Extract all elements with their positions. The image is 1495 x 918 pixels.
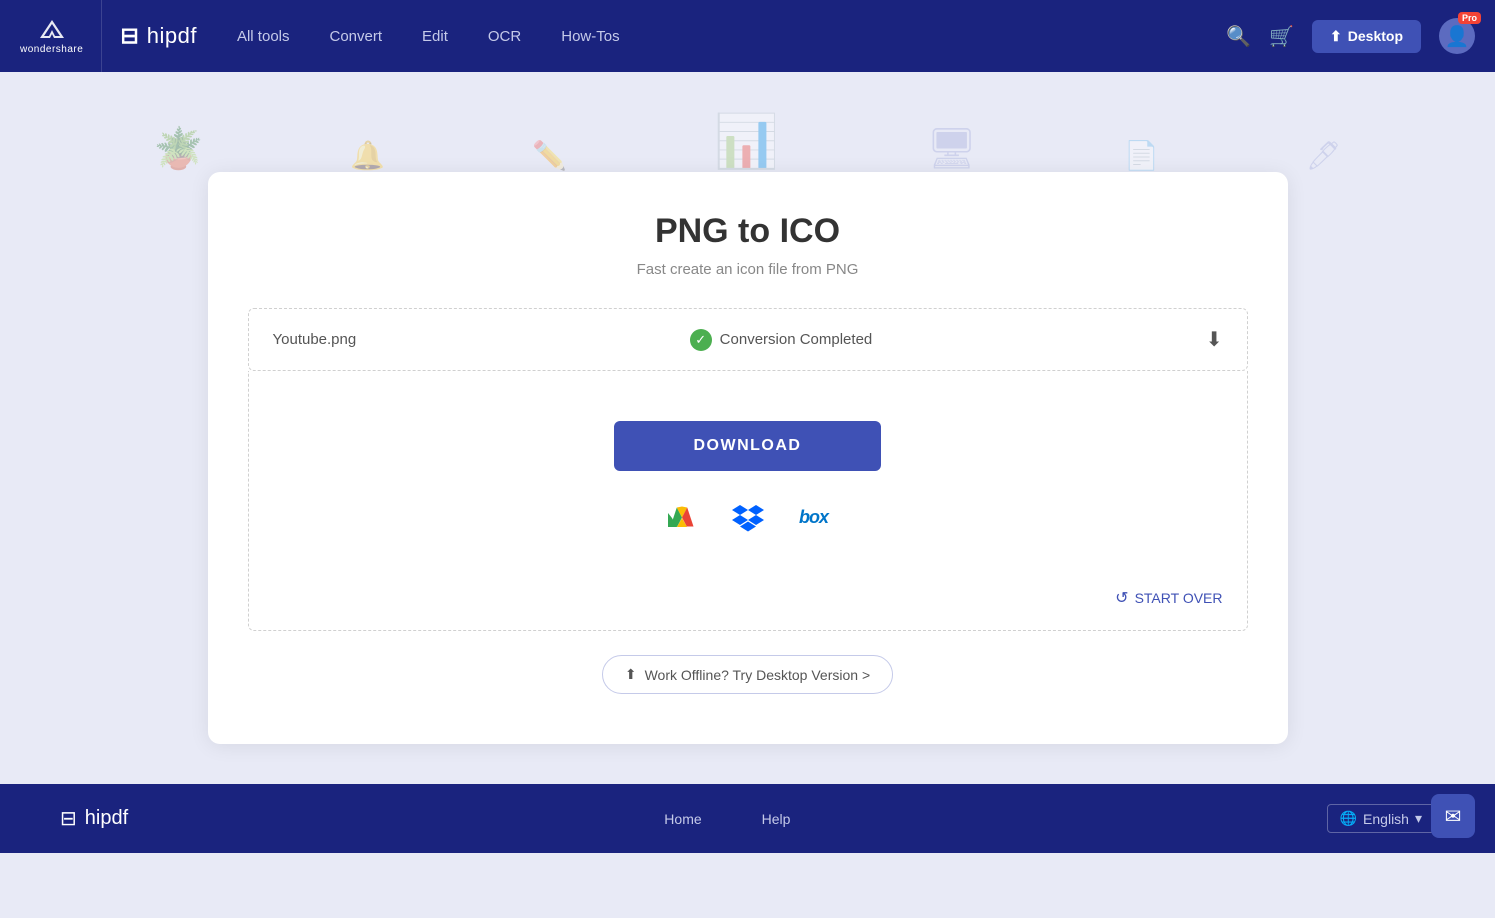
refresh-icon: ↺ bbox=[1115, 588, 1128, 608]
conversion-status: Conversion Completed bbox=[720, 331, 873, 348]
language-label: English bbox=[1363, 811, 1409, 827]
nav-convert[interactable]: Convert bbox=[330, 28, 383, 45]
hipdf-icon: ⊟ bbox=[120, 23, 138, 49]
footer-links: Home Help bbox=[664, 811, 790, 827]
footer-hipdf-text: hipdf bbox=[85, 807, 128, 830]
content-area: DOWNLOAD bbox=[248, 371, 1248, 631]
download-button[interactable]: DOWNLOAD bbox=[614, 421, 882, 471]
nav-all-tools[interactable]: All tools bbox=[237, 28, 290, 45]
main-card: PNG to ICO Fast create an icon file from… bbox=[208, 172, 1288, 744]
deco-monitor: 🖥 bbox=[926, 125, 977, 172]
cloud-icons: box bbox=[664, 499, 832, 535]
desktop-banner-label: Work Offline? Try Desktop Version > bbox=[645, 667, 871, 683]
deco-chart: 📊 bbox=[714, 111, 779, 172]
pro-badge: Pro bbox=[1458, 12, 1481, 24]
page-subtitle: Fast create an icon file from PNG bbox=[248, 261, 1248, 278]
cart-icon[interactable]: 🛒 bbox=[1269, 24, 1294, 49]
nav-ocr[interactable]: OCR bbox=[488, 28, 521, 45]
footer: ⊟ hipdf Home Help 🌐 English ▾ bbox=[0, 784, 1495, 853]
footer-home-link[interactable]: Home bbox=[664, 811, 701, 827]
box-text: box bbox=[799, 507, 828, 528]
footer-logo[interactable]: ⊟ hipdf bbox=[60, 806, 128, 831]
deco-pen: 🖊 bbox=[1306, 139, 1342, 172]
dropbox-icon[interactable] bbox=[730, 499, 766, 535]
box-icon[interactable]: box bbox=[796, 499, 832, 535]
desktop-button[interactable]: ⬆ Desktop bbox=[1312, 20, 1421, 53]
footer-help-link[interactable]: Help bbox=[762, 811, 791, 827]
wondershare-label: wondershare bbox=[20, 44, 83, 55]
search-icon[interactable]: 🔍 bbox=[1226, 24, 1251, 49]
deco-pencil: ✏️ bbox=[532, 139, 567, 172]
wondershare-brand: wondershare bbox=[20, 0, 102, 72]
nav-edit[interactable]: Edit bbox=[422, 28, 448, 45]
desktop-icon: ⬆ bbox=[1330, 28, 1342, 45]
start-over-label: START OVER bbox=[1135, 590, 1223, 606]
chevron-down-icon: ▾ bbox=[1415, 810, 1422, 827]
page-title: PNG to ICO bbox=[248, 212, 1248, 251]
mail-icon: ✉ bbox=[1445, 804, 1462, 829]
hipdf-logo[interactable]: ⊟ hipdf bbox=[120, 23, 197, 49]
user-icon: 👤 bbox=[1445, 24, 1470, 49]
single-download-icon[interactable]: ⬇ bbox=[1206, 327, 1223, 352]
deco-doc: 📄 bbox=[1124, 139, 1159, 172]
hero-decoration: 🪴 🔔 ✏️ 📊 🖥 📄 🖊 bbox=[0, 92, 1495, 172]
start-over-button[interactable]: ↺ START OVER bbox=[1115, 588, 1222, 608]
nav-links: All tools Convert Edit OCR How-Tos bbox=[237, 28, 1226, 45]
nav-actions: 🔍 🛒 ⬆ Desktop 👤 Pro bbox=[1226, 18, 1475, 54]
mail-fab-button[interactable]: ✉ bbox=[1431, 794, 1475, 838]
footer-language-selector[interactable]: 🌐 English ▾ bbox=[1327, 804, 1435, 833]
navbar: wondershare ⊟ hipdf All tools Convert Ed… bbox=[0, 0, 1495, 72]
desktop-banner-button[interactable]: ⬆ Work Offline? Try Desktop Version > bbox=[602, 655, 893, 694]
avatar[interactable]: 👤 Pro bbox=[1439, 18, 1475, 54]
footer-hipdf-icon: ⊟ bbox=[60, 806, 77, 831]
deco-plant: 🪴 bbox=[154, 125, 204, 172]
deco-lamp: 🔔 bbox=[350, 139, 385, 172]
file-status: ✓ Conversion Completed bbox=[690, 329, 873, 351]
hero-background: 🪴 🔔 ✏️ 📊 🖥 📄 🖊 PNG to ICO Fast create an… bbox=[0, 72, 1495, 784]
main-container: PNG to ICO Fast create an icon file from… bbox=[188, 172, 1308, 784]
desktop-banner-icon: ⬆ bbox=[625, 666, 637, 683]
file-row: Youtube.png ✓ Conversion Completed ⬇ bbox=[248, 308, 1248, 371]
file-name: Youtube.png bbox=[273, 331, 357, 348]
desktop-banner: ⬆ Work Offline? Try Desktop Version > bbox=[248, 655, 1248, 694]
hipdf-text: hipdf bbox=[147, 23, 197, 49]
google-drive-icon[interactable] bbox=[664, 499, 700, 535]
nav-how-tos[interactable]: How-Tos bbox=[561, 28, 619, 45]
globe-icon: 🌐 bbox=[1340, 810, 1357, 827]
check-icon: ✓ bbox=[690, 329, 712, 351]
